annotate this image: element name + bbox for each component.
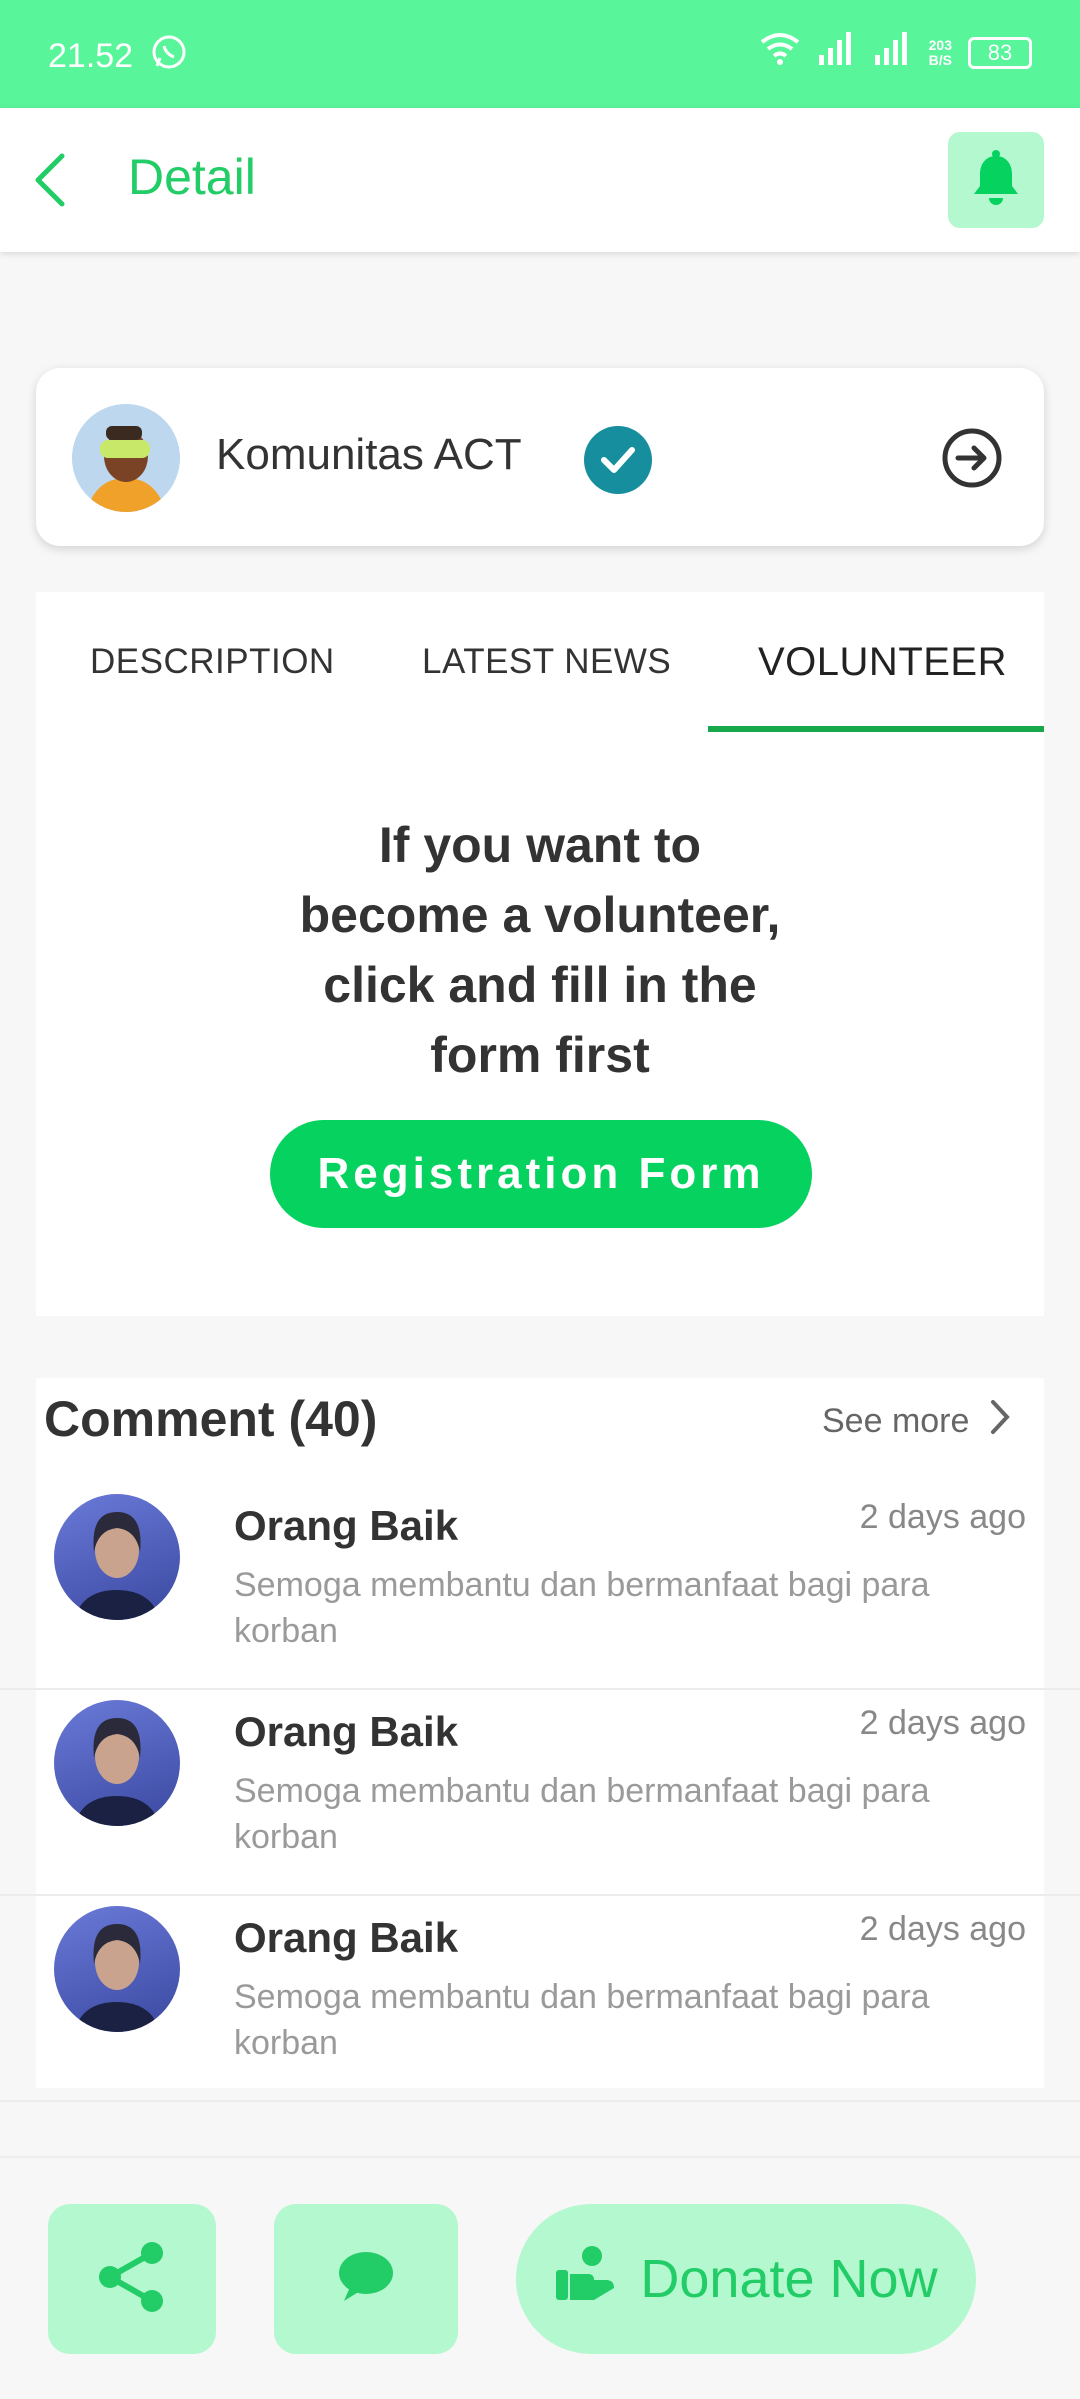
see-more-link[interactable]: See more (822, 1398, 1011, 1445)
whatsapp-icon (151, 34, 187, 79)
status-time-group: 21.52 (48, 34, 187, 79)
status-icons: 203 B/S 83 (759, 30, 1032, 75)
commenter-avatar (54, 1700, 180, 1826)
donate-now-button[interactable]: Donate Now (516, 2204, 976, 2354)
organization-name: Komunitas ACT (216, 430, 522, 479)
comment-text: Semoga membantu dan bermanfaat bagi para… (234, 1978, 930, 2062)
volunteer-message-line: form first (430, 1027, 650, 1083)
notification-button[interactable] (948, 132, 1044, 228)
comment-text: Semoga membantu dan bermanfaat bagi para… (234, 1772, 930, 1856)
signal-icon-2 (873, 31, 913, 74)
back-arrow-icon[interactable] (28, 148, 72, 212)
arrow-right-circle-icon[interactable] (940, 426, 1004, 490)
commenter-avatar (54, 1494, 180, 1620)
page-title: Detail (128, 149, 256, 205)
commenter-name: Orang Baik (234, 1708, 459, 1755)
volunteer-message-line: click and fill in the (323, 957, 757, 1013)
tab-panel: DESCRIPTION LATEST NEWS VOLUNTEER If you… (36, 592, 1044, 1316)
donate-hand-icon (554, 2244, 616, 2315)
comment-time: 2 days ago (859, 1498, 1026, 1536)
comment-item: Orang Baik 2 days ago Semoga membantu da… (0, 1690, 1080, 1896)
bell-icon (970, 149, 1022, 211)
share-button[interactable] (48, 2204, 216, 2354)
tab-latest-news[interactable]: LATEST NEWS (422, 642, 671, 682)
registration-form-button[interactable]: Registration Form (270, 1120, 812, 1228)
comments-section: Comment (40) See more Orang Baik 2 days … (0, 1378, 1080, 2102)
tab-description[interactable]: DESCRIPTION (90, 642, 335, 682)
organization-avatar (72, 404, 180, 512)
verified-icon (584, 426, 652, 494)
commenter-avatar (54, 1906, 180, 2032)
bottom-action-bar: Donate Now (0, 2156, 1080, 2399)
donate-label: Donate Now (640, 2249, 938, 2309)
tab-volunteer[interactable]: VOLUNTEER (758, 640, 1007, 685)
status-time: 21.52 (48, 37, 134, 75)
comment-time: 2 days ago (859, 1704, 1026, 1742)
chevron-right-icon (989, 1398, 1011, 1445)
share-icon (92, 2237, 172, 2322)
see-more-label: See more (822, 1402, 970, 1440)
status-bar: 21.52 203 B/S 83 (0, 0, 1080, 108)
comment-button[interactable] (274, 2204, 458, 2354)
speed-value: 203 (928, 36, 952, 53)
volunteer-message-line: become a volunteer, (299, 887, 781, 943)
comment-time: 2 days ago (859, 1910, 1026, 1948)
commenter-name: Orang Baik (234, 1914, 459, 1961)
comment-item: Orang Baik 2 days ago Semoga membantu da… (0, 1484, 1080, 1690)
comment-item: Orang Baik 2 days ago Semoga membantu da… (0, 1896, 1080, 2102)
active-tab-indicator (708, 726, 1044, 732)
comments-title: Comment (40) (44, 1391, 378, 1447)
wifi-icon (759, 30, 801, 75)
battery-icon: 83 (968, 36, 1032, 69)
network-speed: 203 B/S (928, 36, 952, 68)
chat-bubble-icon (336, 2249, 396, 2310)
comment-text: Semoga membantu dan bermanfaat bagi para… (234, 1566, 930, 1650)
volunteer-message: If you want to become a volunteer, click… (236, 810, 844, 1090)
signal-icon (817, 31, 857, 74)
speed-unit: B/S (928, 51, 952, 68)
volunteer-message-line: If you want to (378, 817, 702, 873)
app-bar: Detail (0, 108, 1080, 252)
organization-card[interactable]: Komunitas ACT (36, 368, 1044, 546)
commenter-name: Orang Baik (234, 1502, 459, 1549)
